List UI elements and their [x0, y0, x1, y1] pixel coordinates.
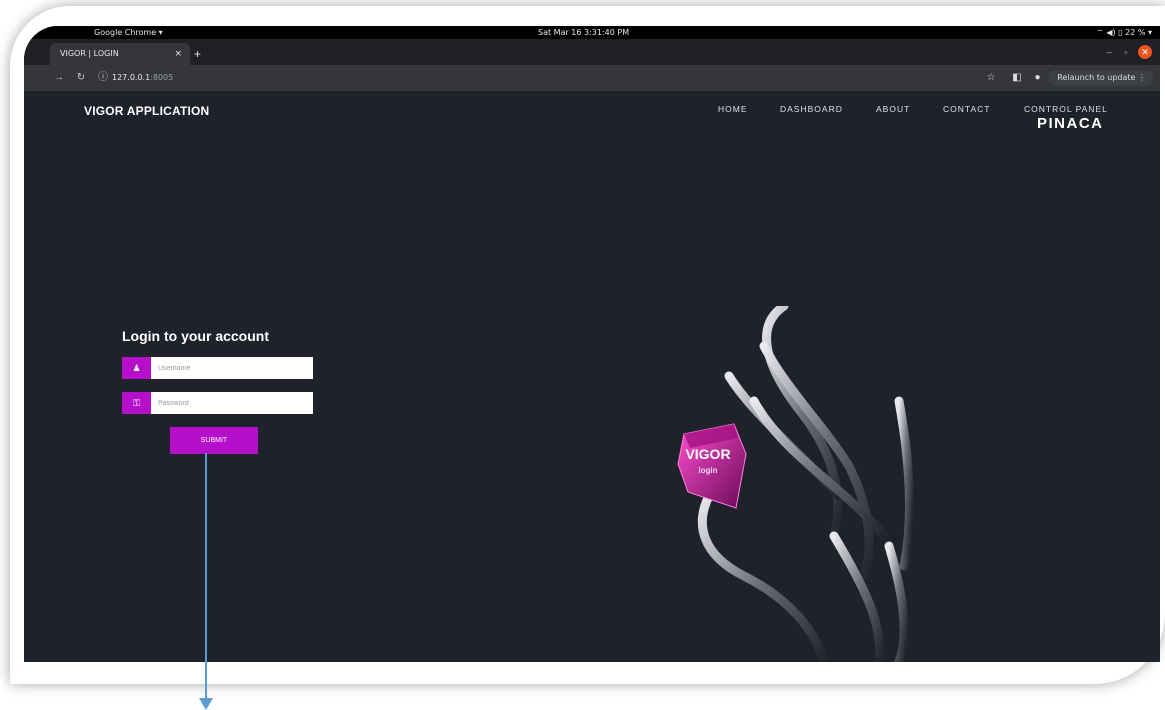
- address-bar[interactable]: 127.0.0.1:8005: [112, 69, 962, 87]
- side-panel-icon[interactable]: ◧: [1012, 72, 1021, 83]
- app-menu[interactable]: Google Chrome ▾: [94, 26, 163, 39]
- nav-dashboard[interactable]: DASHBOARD: [780, 104, 843, 114]
- user-icon: ♟: [122, 357, 151, 379]
- minimize-button[interactable]: –: [1107, 47, 1112, 57]
- nav-control-panel[interactable]: CONTROL PANEL: [1024, 104, 1108, 114]
- window-controls: – ▫ ✕: [1107, 43, 1152, 61]
- username-field: ♟: [122, 357, 313, 379]
- tab-title: VIGOR | LOGIN: [60, 49, 119, 58]
- username-input[interactable]: [151, 357, 313, 379]
- system-clock[interactable]: Sat Mar 16 3:31:40 PM: [538, 26, 629, 39]
- system-tray[interactable]: ⌔ ◀) ▯ 22 % ▾: [1096, 26, 1152, 39]
- tab-close-icon[interactable]: ×: [174, 43, 182, 65]
- browser-toolbar: → ↻ ⓘ 127.0.0.1:8005 ☆ ◧ ● Relaunch to u…: [24, 65, 1160, 91]
- new-tab-button[interactable]: +: [194, 43, 201, 65]
- cube-subtext: login: [698, 466, 717, 475]
- url-port: :8005: [150, 73, 174, 82]
- relaunch-button[interactable]: Relaunch to update ⋮: [1049, 70, 1154, 86]
- toolbar-actions: ☆ ◧ ● Relaunch to update ⋮: [986, 65, 1154, 91]
- nav-contact[interactable]: CONTACT: [943, 104, 990, 114]
- profile-icon[interactable]: ●: [1034, 72, 1040, 83]
- nav-buttons: → ↻ ⓘ: [54, 65, 108, 91]
- submit-button[interactable]: SUBMIT: [170, 427, 258, 454]
- nav-about[interactable]: ABOUT: [876, 104, 910, 114]
- tab-strip: VIGOR | LOGIN × + – ▫ ✕: [24, 39, 1160, 65]
- tab-vigor-login[interactable]: VIGOR | LOGIN ×: [50, 43, 190, 65]
- app-brand[interactable]: VIGOR APPLICATION: [84, 104, 209, 118]
- vigor-cube: VIGOR login: [677, 423, 747, 509]
- login-title: Login to your account: [122, 328, 269, 344]
- cube-text: VIGOR: [685, 446, 730, 462]
- key-icon: ⚿: [122, 392, 151, 414]
- url-host: 127.0.0.1: [112, 73, 151, 82]
- reload-icon[interactable]: ↻: [77, 72, 85, 83]
- bookmark-star-icon[interactable]: ☆: [986, 72, 995, 83]
- site-info-icon[interactable]: ⓘ: [98, 72, 108, 83]
- browser-screen: Google Chrome ▾ Sat Mar 16 3:31:40 PM ⌔ …: [24, 26, 1160, 662]
- forward-icon[interactable]: →: [54, 72, 64, 83]
- password-field: ⚿: [122, 392, 313, 414]
- os-top-bar: Google Chrome ▾ Sat Mar 16 3:31:40 PM ⌔ …: [24, 26, 1160, 39]
- nav-home[interactable]: HOME: [718, 104, 748, 114]
- sub-brand: PINACA: [1037, 115, 1104, 132]
- password-input[interactable]: [151, 392, 313, 414]
- window-close-button[interactable]: ✕: [1138, 45, 1152, 59]
- maximize-button[interactable]: ▫: [1124, 47, 1127, 57]
- hero-hand-illustration: VIGOR login: [677, 306, 914, 662]
